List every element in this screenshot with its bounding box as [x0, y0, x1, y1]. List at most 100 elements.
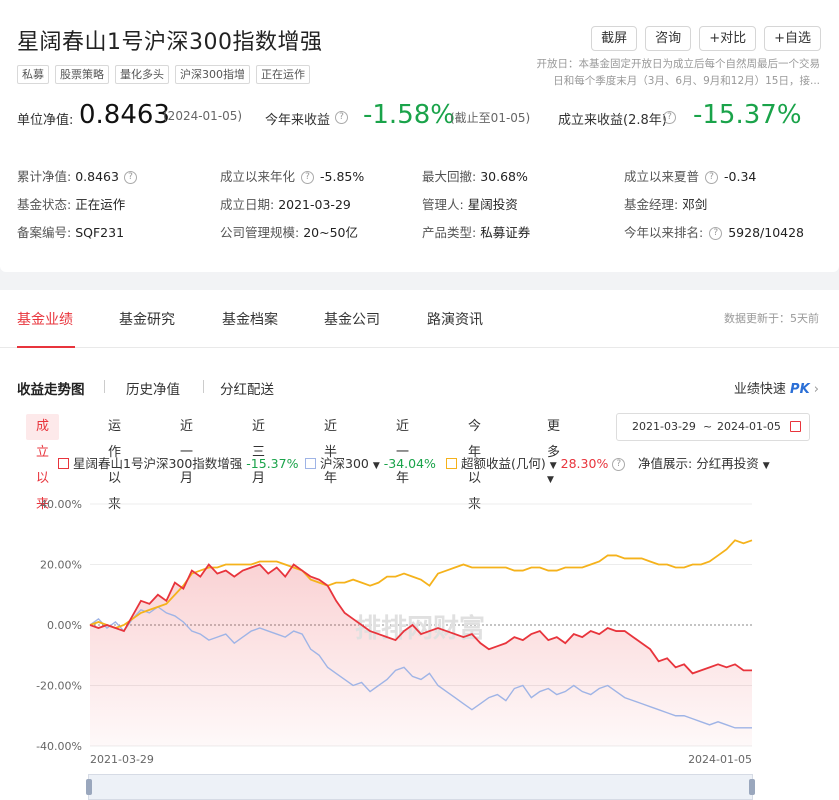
detail-item: 公司管理规模: 20~50亿	[220, 222, 358, 241]
detail-value[interactable]: 星阔投资	[468, 197, 518, 212]
detail-item: 基金经理: 邓剑	[624, 194, 707, 213]
detail-item: 成立以来夏普? -0.34	[624, 166, 756, 185]
range-ytd[interactable]: 今年以来	[458, 414, 491, 512]
detail-item: 管理人: 星阔投资	[422, 194, 518, 213]
detail-value: 正在运作	[75, 197, 126, 212]
help-icon[interactable]: ?	[612, 458, 626, 471]
since-value: -15.37%	[693, 100, 802, 130]
tag: 股票策略	[55, 65, 109, 84]
x-tick-label: 2021-03-29	[90, 753, 154, 766]
caret-down-icon: ▼	[372, 461, 380, 471]
detail-value: SQF231	[75, 225, 125, 240]
compare-button[interactable]: +对比	[699, 26, 757, 51]
detail-label: 基金状态:	[17, 197, 72, 212]
x-tick-label: 2024-01-05	[688, 753, 752, 766]
detail-value: 0.8463	[75, 169, 119, 184]
range-sep: ~	[703, 420, 713, 433]
range-1y[interactable]: 近一年	[386, 414, 419, 486]
caret-down-icon: ▼	[762, 461, 770, 471]
end-date: 2024-01-05	[717, 420, 781, 433]
legend-excess-value: 28.30%	[560, 456, 609, 471]
tab-company[interactable]: 基金公司	[324, 309, 380, 329]
ytd-note: (截止至01-05)	[450, 111, 531, 125]
range-slider[interactable]	[86, 774, 755, 800]
nav-date: (2024-01-05)	[163, 109, 243, 123]
caret-down-icon: ▼	[547, 475, 554, 485]
help-icon[interactable]: ?	[335, 111, 348, 124]
return-chart: 40.00% 20.00% 0.00% -20.00% -40.00% 排排网财富 2021…	[36, 498, 753, 766]
calendar-icon	[790, 421, 801, 432]
slider-right-handle[interactable]	[749, 779, 755, 795]
quick-label: 业绩快速	[733, 382, 786, 397]
watchlist-button[interactable]: +自选	[764, 26, 821, 51]
detail-label: 基金经理:	[624, 197, 679, 212]
open-day-note: 开放日：本基金固定开放日为成立后每个自然周最后一个交易日和每个季度末月（3月、6…	[536, 58, 821, 87]
tab-profile[interactable]: 基金档案	[222, 309, 278, 329]
detail-value[interactable]: 邓剑	[682, 197, 707, 212]
main-tabs: 基金业绩 基金研究 基金档案 基金公司 路演资讯 数据更新于：5天前	[0, 290, 839, 348]
help-icon[interactable]: ?	[705, 171, 719, 184]
detail-item: 累计净值: 0.8463?	[17, 166, 137, 185]
tab-performance[interactable]: 基金业绩	[17, 309, 73, 329]
legend-index-value: -34.04%	[383, 456, 436, 471]
y-tick-label: 40.00%	[40, 498, 82, 511]
detail-label: 产品类型:	[422, 225, 477, 240]
tab-research[interactable]: 基金研究	[119, 309, 175, 329]
quick-pk-link[interactable]: 业绩快速 PK ›	[734, 378, 819, 397]
tag: 沪深300指增	[175, 65, 250, 84]
action-buttons: 截屏 咨询 +对比 +自选	[591, 26, 821, 51]
fund-area	[90, 564, 752, 746]
detail-value: 20~50亿	[303, 225, 358, 240]
nav-display-value: 分红再投资	[696, 456, 759, 471]
range-since-operation[interactable]: 运作以来	[98, 414, 131, 512]
legend-fund[interactable]: 星阔春山1号沪深300指数增强 -15.37%	[58, 453, 298, 472]
detail-label: 成立以来夏普	[624, 169, 700, 184]
help-icon[interactable]: ?	[709, 227, 723, 240]
subtab-dividend[interactable]: 分红配送	[220, 378, 274, 398]
chevron-right-icon: ›	[813, 382, 819, 397]
key-metrics: 单位净值: 0.8463 (2024-01-05) 今年来收益 ? -1.58%…	[17, 100, 819, 134]
nav-value: 0.8463	[79, 100, 170, 130]
range-1m[interactable]: 近一月	[170, 414, 203, 486]
subtab-history-nav[interactable]: 历史净值	[126, 378, 180, 398]
detail-item: 备案编号: SQF231	[17, 222, 124, 241]
checkbox-icon	[446, 458, 457, 469]
legend-excess[interactable]: 超额收益(几何) ▼ 28.30% ?	[446, 453, 626, 472]
detail-value: -5.85%	[320, 169, 365, 184]
range-6m[interactable]: 近半年	[314, 414, 347, 486]
nav-label: 单位净值:	[17, 113, 74, 128]
legend-index[interactable]: 沪深300 ▼ -34.04%	[305, 453, 436, 472]
detail-value: 30.68%	[480, 169, 528, 184]
consult-button[interactable]: 咨询	[645, 26, 692, 51]
detail-label: 成立日期:	[220, 197, 275, 212]
slider-left-handle[interactable]	[86, 779, 92, 795]
help-icon[interactable]: ?	[123, 171, 137, 184]
legend-fund-value: -15.37%	[246, 456, 299, 471]
fund-tags: 私募 股票策略 量化多头 沪深300指增 正在运作	[17, 65, 310, 84]
checkbox-icon	[305, 458, 316, 469]
detail-value: 私募证券	[480, 225, 531, 240]
nav-display[interactable]: 净值展示: 分红再投资 ▼	[638, 453, 770, 472]
legend-excess-name: 超额收益(几何)	[461, 456, 546, 471]
fund-header-card: 星阔春山1号沪深300指数增强 截屏 咨询 +对比 +自选 私募 股票策略 量化…	[0, 0, 839, 272]
range-since-inception[interactable]: 成立以来	[26, 414, 60, 512]
divider	[203, 380, 204, 393]
tag: 量化多头	[115, 65, 169, 84]
subtab-return-chart[interactable]: 收益走势图	[17, 378, 85, 398]
checkbox-icon	[58, 458, 69, 469]
detail-label: 累计净值:	[17, 169, 72, 184]
detail-label: 成立以来年化	[220, 169, 296, 184]
tab-roadshow[interactable]: 路演资讯	[427, 309, 483, 329]
help-icon[interactable]: ?	[301, 171, 315, 184]
range-more[interactable]: 更多 ▼	[537, 414, 570, 485]
screenshot-button[interactable]: 截屏	[591, 26, 638, 51]
y-tick-label: 20.00%	[40, 559, 82, 572]
watermark: 排排网财富	[355, 613, 485, 644]
date-range-picker[interactable]: 2021-03-29 ~ 2024-01-05	[616, 413, 810, 441]
range-3m[interactable]: 近三月	[242, 414, 275, 486]
detail-item: 最大回撤: 30.68%	[422, 166, 528, 185]
tag: 正在运作	[256, 65, 310, 84]
help-icon[interactable]: ?	[663, 111, 676, 124]
detail-item: 今年以来排名:? 5928/10428	[624, 222, 804, 241]
y-tick-label: 0.00%	[47, 619, 82, 632]
